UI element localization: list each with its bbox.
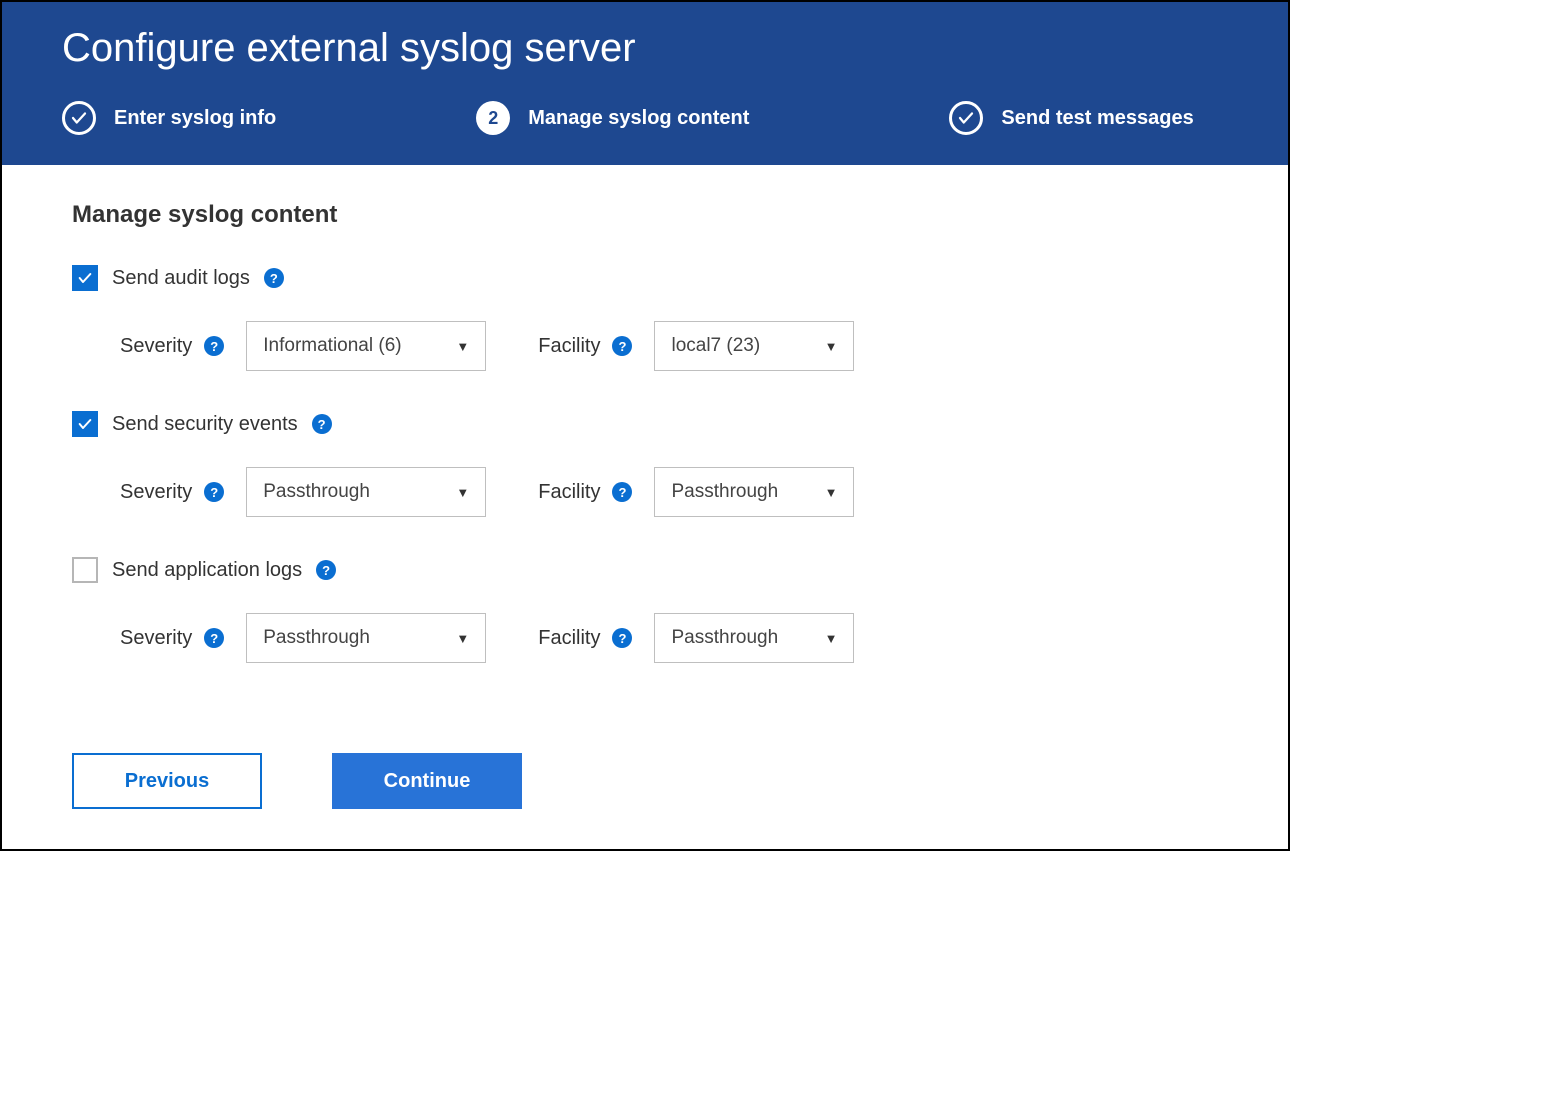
wizard-dialog: Configure external syslog server Enter s…: [0, 0, 1290, 851]
help-icon[interactable]: ?: [312, 414, 332, 434]
caret-down-icon: ▼: [456, 339, 469, 354]
help-icon[interactable]: ?: [612, 628, 632, 648]
caret-down-icon: ▼: [825, 631, 838, 646]
facility-select-audit[interactable]: local7 (23) ▼: [654, 321, 854, 371]
caret-down-icon: ▼: [825, 339, 838, 354]
caret-down-icon: ▼: [825, 485, 838, 500]
severity-label: Severity ?: [120, 627, 224, 650]
help-icon[interactable]: ?: [612, 336, 632, 356]
group-send-audit-logs: Send audit logs ? Severity ? Information…: [72, 265, 1218, 371]
select-value: local7 (23): [671, 335, 760, 357]
checkbox-label: Send application logs: [112, 559, 302, 582]
facility-label: Facility ?: [538, 481, 632, 504]
select-value: Passthrough: [671, 481, 778, 503]
step-enter-syslog-info[interactable]: Enter syslog info: [62, 101, 276, 135]
continue-button[interactable]: Continue: [332, 753, 522, 809]
help-icon[interactable]: ?: [204, 628, 224, 648]
help-icon[interactable]: ?: [612, 482, 632, 502]
section-title: Manage syslog content: [72, 201, 1218, 229]
severity-select-security[interactable]: Passthrough ▼: [246, 467, 486, 517]
select-value: Informational (6): [263, 335, 401, 357]
wizard-body: Manage syslog content Send audit logs ? …: [2, 165, 1288, 849]
severity-label: Severity ?: [120, 481, 224, 504]
facility-select-application[interactable]: Passthrough ▼: [654, 613, 854, 663]
select-value: Passthrough: [671, 627, 778, 649]
checkbox-send-audit-logs[interactable]: [72, 265, 98, 291]
group-send-application-logs: Send application logs ? Severity ? Passt…: [72, 557, 1218, 663]
wizard-steps: Enter syslog info 2 Manage syslog conten…: [62, 101, 1228, 135]
facility-select-security[interactable]: Passthrough ▼: [654, 467, 854, 517]
checkmark-icon: [949, 101, 983, 135]
checkbox-label: Send security events: [112, 413, 298, 436]
previous-button[interactable]: Previous: [72, 753, 262, 809]
select-value: Passthrough: [263, 627, 370, 649]
wizard-header: Configure external syslog server Enter s…: [2, 2, 1288, 165]
help-icon[interactable]: ?: [204, 482, 224, 502]
help-icon[interactable]: ?: [264, 268, 284, 288]
button-row: Previous Continue: [72, 753, 1218, 809]
step-number-icon: 2: [476, 101, 510, 135]
checkmark-icon: [62, 101, 96, 135]
severity-select-application[interactable]: Passthrough ▼: [246, 613, 486, 663]
step-label: Send test messages: [1001, 107, 1193, 130]
help-icon[interactable]: ?: [204, 336, 224, 356]
step-label: Manage syslog content: [528, 107, 749, 130]
checkbox-send-security-events[interactable]: [72, 411, 98, 437]
severity-label: Severity ?: [120, 335, 224, 358]
step-send-test-messages[interactable]: Send test messages: [949, 101, 1193, 135]
severity-select-audit[interactable]: Informational (6) ▼: [246, 321, 486, 371]
checkbox-send-application-logs[interactable]: [72, 557, 98, 583]
step-label: Enter syslog info: [114, 107, 276, 130]
checkbox-label: Send audit logs: [112, 267, 250, 290]
page-title: Configure external syslog server: [62, 26, 1228, 71]
facility-label: Facility ?: [538, 335, 632, 358]
caret-down-icon: ▼: [456, 485, 469, 500]
group-send-security-events: Send security events ? Severity ? Passth…: [72, 411, 1218, 517]
help-icon[interactable]: ?: [316, 560, 336, 580]
step-manage-syslog-content[interactable]: 2 Manage syslog content: [476, 101, 749, 135]
facility-label: Facility ?: [538, 627, 632, 650]
select-value: Passthrough: [263, 481, 370, 503]
caret-down-icon: ▼: [456, 631, 469, 646]
